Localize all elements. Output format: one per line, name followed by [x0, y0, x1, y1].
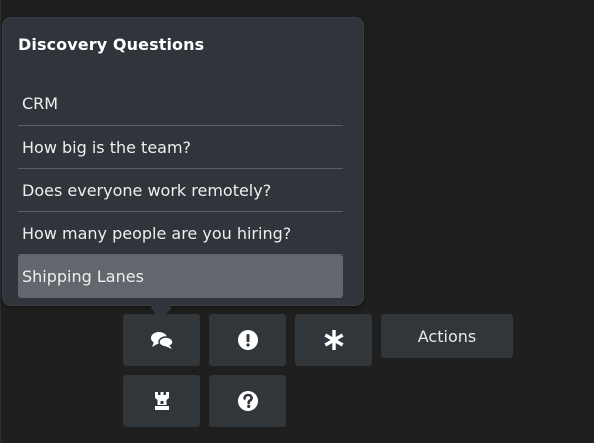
discovery-questions-popover: Discovery Questions CRM How big is the t…: [3, 18, 363, 317]
asterisk-button[interactable]: [295, 314, 372, 366]
help-button[interactable]: [209, 375, 286, 427]
discovery-questions-button[interactable]: [123, 314, 200, 366]
actions-button[interactable]: Actions: [381, 314, 513, 358]
discovery-questions-list: CRM How big is the team? Does everyone w…: [18, 82, 343, 298]
asterisk-icon: [322, 328, 346, 352]
strategy-button[interactable]: [123, 375, 200, 427]
menu-item-team-size[interactable]: How big is the team?: [18, 126, 343, 169]
menu-item-hiring[interactable]: How many people are you hiring?: [18, 212, 343, 255]
rook-icon: [153, 391, 171, 411]
menu-item-crm[interactable]: CRM: [18, 82, 343, 126]
menu-item-shipping-lanes[interactable]: Shipping Lanes: [18, 255, 343, 298]
menu-item-remote-work[interactable]: Does everyone work remotely?: [18, 169, 343, 212]
exclamation-circle-icon: [237, 329, 259, 351]
comments-icon: [150, 330, 174, 350]
question-circle-icon: [237, 390, 259, 412]
alert-button[interactable]: [209, 314, 286, 366]
popover-title: Discovery Questions: [18, 35, 205, 54]
window-edge: [0, 0, 1, 443]
